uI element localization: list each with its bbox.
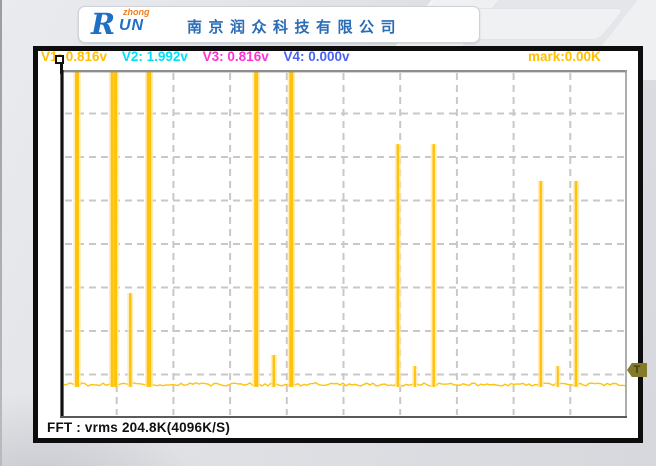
scope-display-frame: V1: 0.816v V2: 1.992v V3: 0.816v V4: 0.0… — [33, 46, 643, 443]
channel-v2-readout: V2: 1.992v — [122, 49, 188, 64]
status-bar: V1: 0.816v V2: 1.992v V3: 0.816v V4: 0.0… — [41, 49, 361, 64]
channel-v3-readout: V3: 0.816v — [203, 49, 269, 64]
fft-spectrum-plot — [60, 70, 627, 418]
channel-v1-readout: V1: 0.816v — [41, 49, 107, 64]
logo-un-glyph: UN — [119, 17, 144, 35]
company-name: 南京润众科技有限公司 — [187, 16, 402, 37]
device-screen: R UN zhong 南京润众科技有限公司 V1: 0.816v V2: 1.9… — [0, 0, 656, 466]
logo-r-glyph: R — [91, 7, 115, 41]
mark-readout: mark:0.00K — [528, 49, 601, 64]
channel-v4-readout: V4: 0.000v — [283, 49, 349, 64]
logo-zhong-glyph: zhong — [123, 7, 150, 17]
trigger-level-tag[interactable]: T — [627, 363, 647, 377]
trigger-position-marker[interactable] — [55, 55, 64, 64]
brand-banner: R UN zhong 南京润众科技有限公司 — [78, 6, 480, 43]
trigger-position-marker-tail — [60, 64, 63, 74]
run-logo: R UN zhong — [91, 8, 181, 41]
fft-mode-label: FFT : vrms 204.8K(4096K/S) — [47, 420, 230, 435]
